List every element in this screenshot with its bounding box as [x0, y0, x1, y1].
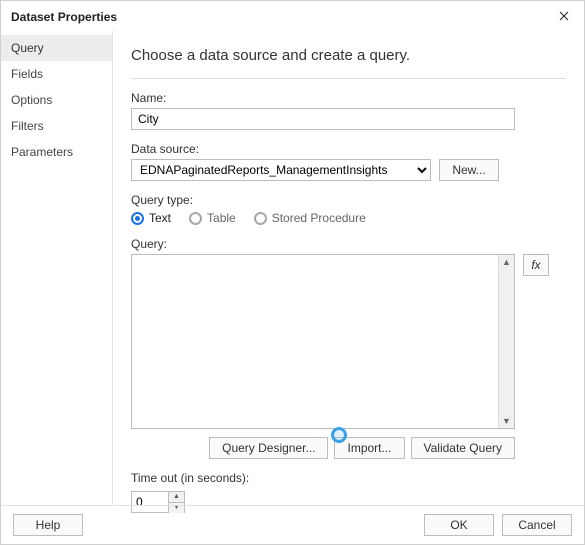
import-button[interactable]: Import...	[334, 437, 404, 459]
scroll-up-icon[interactable]: ▲	[499, 255, 514, 269]
datasource-section: Data source: EDNAPaginatedReports_Manage…	[131, 142, 566, 181]
sidebar-item-label: Options	[11, 93, 52, 107]
dialog-title: Dataset Properties	[11, 10, 117, 24]
querytype-section: Query type: Text Table Stored Procedure	[131, 193, 566, 225]
scroll-down-icon[interactable]: ▼	[499, 414, 514, 428]
expression-button[interactable]: fx	[523, 254, 549, 276]
page-heading: Choose a data source and create a query.	[131, 47, 566, 64]
validate-query-button[interactable]: Validate Query	[411, 437, 516, 459]
close-icon	[559, 11, 569, 21]
divider	[131, 78, 566, 79]
dialog-footer: Help OK Cancel	[1, 505, 584, 544]
radio-icon	[254, 212, 267, 225]
radio-table[interactable]: Table	[189, 211, 236, 225]
help-button[interactable]: Help	[13, 514, 83, 536]
sidebar-item-parameters[interactable]: Parameters	[1, 139, 112, 165]
dataset-properties-dialog: Dataset Properties Query Fields Options …	[0, 0, 585, 545]
timeout-label: Time out (in seconds):	[131, 471, 566, 485]
close-button[interactable]	[552, 7, 576, 27]
query-area: ▲ ▼	[131, 254, 515, 429]
sidebar-item-filters[interactable]: Filters	[1, 113, 112, 139]
sidebar-item-label: Query	[11, 41, 44, 55]
radio-icon	[131, 212, 144, 225]
sidebar-item-options[interactable]: Options	[1, 87, 112, 113]
content-panel: Choose a data source and create a query.…	[113, 31, 584, 505]
radio-text[interactable]: Text	[131, 211, 171, 225]
query-textarea[interactable]	[132, 255, 498, 428]
datasource-select[interactable]: EDNAPaginatedReports_ManagementInsights	[131, 159, 431, 181]
querytype-label: Query type:	[131, 193, 566, 207]
query-designer-button[interactable]: Query Designer...	[209, 437, 328, 459]
radio-stored-procedure[interactable]: Stored Procedure	[254, 211, 366, 225]
sidebar-item-label: Fields	[11, 67, 43, 81]
sidebar-item-label: Filters	[11, 119, 44, 133]
name-input[interactable]	[131, 108, 515, 130]
cancel-button[interactable]: Cancel	[502, 514, 572, 536]
datasource-label: Data source:	[131, 142, 566, 156]
query-section: Query: ▲ ▼ fx Query Designer... Import..…	[131, 237, 566, 459]
new-datasource-button[interactable]: New...	[439, 159, 499, 181]
ok-button[interactable]: OK	[424, 514, 494, 536]
query-label: Query:	[131, 237, 566, 251]
radio-label: Table	[207, 211, 236, 225]
radio-label: Stored Procedure	[272, 211, 366, 225]
stepper-up-icon[interactable]: ▲	[169, 492, 184, 503]
radio-label: Text	[149, 211, 171, 225]
sidebar-item-label: Parameters	[11, 145, 73, 159]
sidebar: Query Fields Options Filters Parameters	[1, 31, 113, 505]
radio-icon	[189, 212, 202, 225]
sidebar-item-query[interactable]: Query	[1, 35, 112, 61]
dialog-body: Query Fields Options Filters Parameters …	[1, 31, 584, 505]
name-section: Name:	[131, 91, 566, 130]
titlebar: Dataset Properties	[1, 1, 584, 31]
query-scrollbar[interactable]: ▲ ▼	[498, 255, 514, 428]
sidebar-item-fields[interactable]: Fields	[1, 61, 112, 87]
name-label: Name:	[131, 91, 566, 105]
